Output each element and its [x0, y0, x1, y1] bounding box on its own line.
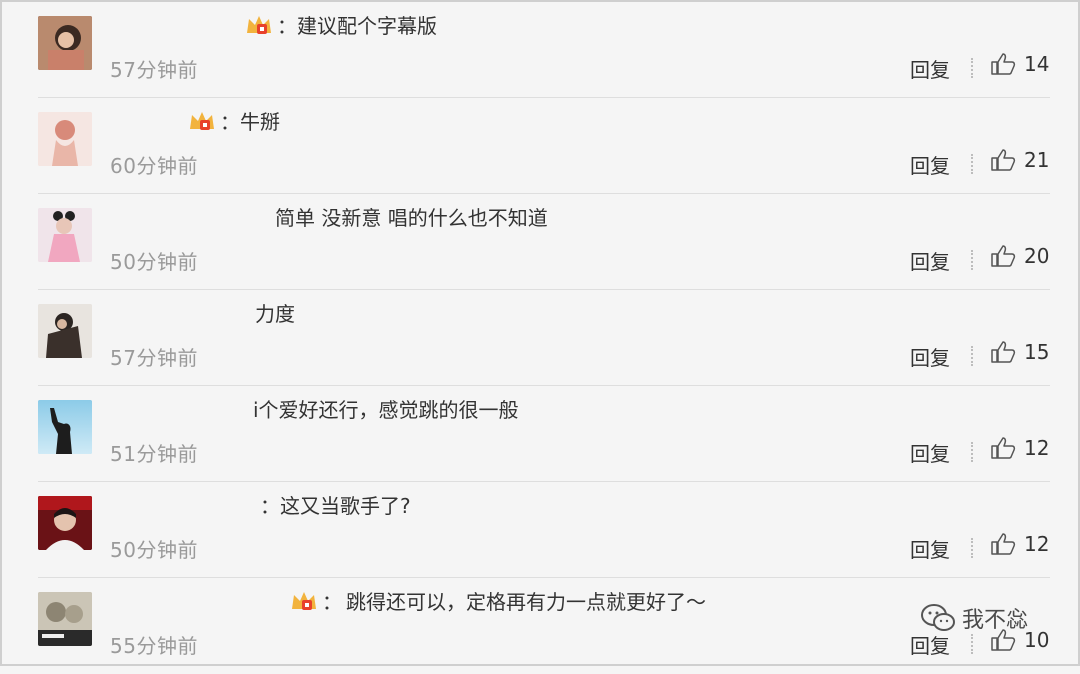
like-count: 15: [1024, 340, 1050, 364]
like-button[interactable]: 14: [990, 52, 1049, 76]
comment-text: 简单 没新意 唱的什么也不知道: [275, 206, 548, 230]
separator: [971, 442, 974, 462]
comment-time: 57分钟前: [110, 58, 198, 82]
like-button[interactable]: 12: [990, 532, 1049, 556]
separator: [971, 346, 974, 366]
wechat-icon: [921, 604, 955, 631]
comment-time: 60分钟前: [110, 154, 198, 178]
watermark: 我不惢: [920, 602, 1028, 634]
thumbs-up-icon: [991, 245, 1016, 267]
comment-item: ： 牛掰 60分钟前 回复 21: [2, 98, 1078, 194]
thumbs-up-icon: [991, 53, 1016, 75]
avatar[interactable]: [38, 496, 92, 550]
comment-item: ： 跳得还可以，定格再有力一点就更好了～ 55分钟前 回复 10: [2, 578, 1078, 674]
reply-button[interactable]: 回复: [910, 630, 950, 659]
avatar[interactable]: [38, 112, 92, 166]
thumbs-up-icon: [991, 533, 1016, 555]
like-button[interactable]: 20: [990, 244, 1049, 268]
comment-text: 建议配个字幕版: [297, 14, 437, 38]
comment-text-line: 简单 没新意 唱的什么也不知道: [275, 202, 548, 231]
comment-item: ：这又当歌手了? 50分钟前 回复 12: [2, 482, 1078, 578]
avatar[interactable]: [38, 208, 92, 262]
separator: [971, 58, 974, 78]
comment-panel: ： 建议配个字幕版 57分钟前 回复 14 ： 牛掰 60分钟前 回复 21 简…: [0, 0, 1080, 666]
comment-text-line: i个爱好还行，感觉跳的很一般: [253, 394, 519, 423]
like-count: 12: [1024, 532, 1050, 556]
separator: [971, 634, 974, 654]
comment-text: 力度: [255, 302, 295, 326]
reply-button[interactable]: 回复: [910, 246, 950, 275]
crown-badge-icon: [188, 109, 216, 133]
thumbs-up-icon: [991, 149, 1016, 171]
reply-button[interactable]: 回复: [910, 54, 950, 83]
watermark-text: 我不惢: [962, 608, 1029, 633]
thumbs-up-icon: [991, 437, 1016, 459]
comment-text-line: ：这又当歌手了?: [260, 490, 411, 519]
comment-text-line: ： 跳得还可以，定格再有力一点就更好了～: [290, 586, 706, 615]
comment-text: 牛掰: [240, 110, 280, 134]
like-button[interactable]: 15: [990, 340, 1049, 364]
like-count: 21: [1024, 148, 1050, 172]
separator: [971, 154, 974, 174]
comment-text: i个爱好还行，感觉跳的很一般: [253, 398, 519, 422]
comment-time: 57分钟前: [110, 346, 198, 370]
separator: [971, 250, 974, 270]
comment-time: 55分钟前: [110, 634, 198, 658]
like-count: 14: [1024, 52, 1050, 76]
comment-text-line: ： 牛掰: [188, 106, 280, 135]
comment-item: i个爱好还行，感觉跳的很一般 51分钟前 回复 12: [2, 386, 1078, 482]
comment-prefix: ：: [220, 110, 240, 134]
avatar[interactable]: [38, 400, 92, 454]
like-count: 20: [1024, 244, 1050, 268]
reply-button[interactable]: 回复: [910, 150, 950, 179]
comment-item: 简单 没新意 唱的什么也不知道 50分钟前 回复 20: [2, 194, 1078, 290]
comment-text: ：这又当歌手了?: [260, 494, 411, 518]
like-button[interactable]: 12: [990, 436, 1049, 460]
reply-button[interactable]: 回复: [910, 342, 950, 371]
like-button[interactable]: 21: [990, 148, 1049, 172]
avatar[interactable]: [38, 304, 92, 358]
reply-button[interactable]: 回复: [910, 438, 950, 467]
comment-text-line: ： 建议配个字幕版: [245, 10, 437, 39]
comment-time: 50分钟前: [110, 250, 198, 274]
crown-badge-icon: [245, 13, 273, 37]
reply-button[interactable]: 回复: [910, 534, 950, 563]
crown-badge-icon: [290, 589, 318, 613]
separator: [971, 538, 974, 558]
comment-time: 50分钟前: [110, 538, 198, 562]
avatar[interactable]: [38, 592, 92, 646]
comment-item: 力度 57分钟前 回复 15: [2, 290, 1078, 386]
comment-text: 跳得还可以，定格再有力一点就更好了～: [346, 590, 706, 614]
comment-text-line: 力度: [255, 298, 295, 327]
avatar[interactable]: [38, 16, 92, 70]
comment-time: 51分钟前: [110, 442, 198, 466]
comment-prefix: ：: [277, 14, 297, 38]
like-count: 12: [1024, 436, 1050, 460]
comment-item: ： 建议配个字幕版 57分钟前 回复 14: [2, 2, 1078, 98]
thumbs-up-icon: [991, 341, 1016, 363]
